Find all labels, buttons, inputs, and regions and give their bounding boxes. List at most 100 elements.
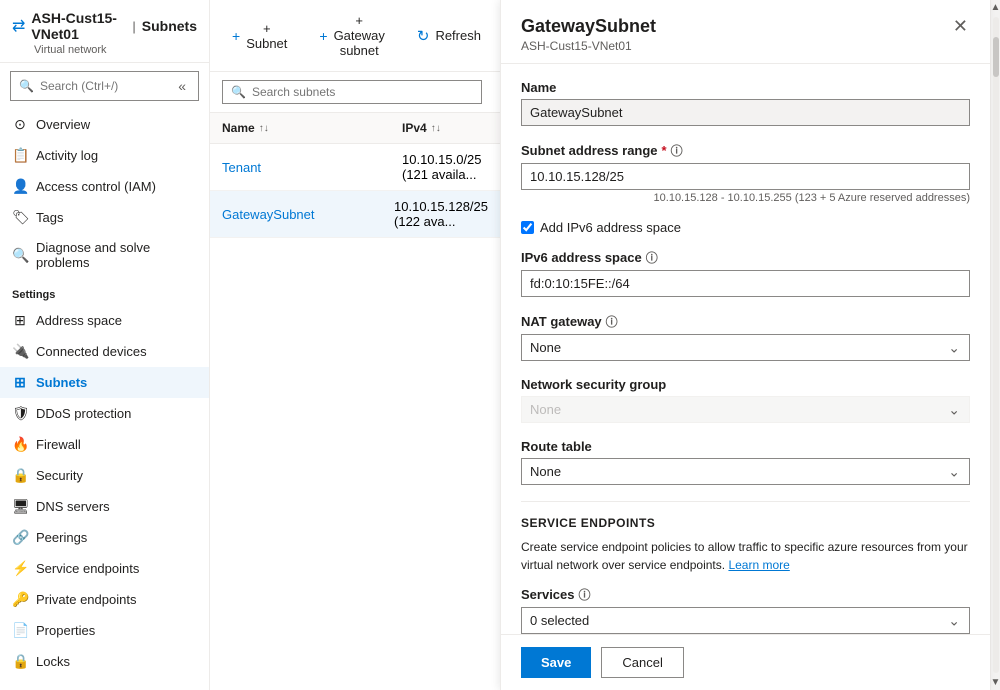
learn-more-link[interactable]: Learn more (728, 558, 789, 572)
firewall-icon: 🔥 (12, 436, 28, 453)
services-info-icon[interactable]: ⓘ (579, 586, 591, 603)
nav-item-diagnose[interactable]: 🔍 Diagnose and solve problems (0, 233, 209, 277)
nat-gateway-info-icon[interactable]: ⓘ (606, 313, 618, 330)
ipv6-checkbox[interactable] (521, 221, 534, 234)
nat-gateway-select[interactable]: None (521, 334, 970, 361)
table-row[interactable]: GatewaySubnet 10.10.15.128/25 (122 ava..… (210, 191, 500, 238)
service-endpoints-heading: SERVICE ENDPOINTS (521, 516, 970, 530)
sidebar-item-service-endpoints[interactable]: ⚡ Service endpoints (0, 553, 209, 584)
sidebar-search-icon: 🔍 (19, 79, 34, 93)
more-options-button[interactable]: ··· (493, 25, 500, 47)
nav-item-overview[interactable]: ⊙ Overview (0, 109, 209, 140)
private-endpoints-icon: 🔑 (12, 591, 28, 608)
sidebar-item-subnets[interactable]: ⊞ Subnets (0, 367, 209, 398)
ipv4-sort-icon[interactable]: ↑↓ (431, 123, 441, 134)
sidebar-item-security[interactable]: 🔒 Security (0, 460, 209, 491)
subnet-name-tenant[interactable]: Tenant (222, 160, 261, 175)
ipv6-space-info-icon[interactable]: ⓘ (646, 249, 658, 266)
sidebar-search-input[interactable] (40, 79, 168, 93)
access-control-icon: 👤 (12, 178, 28, 195)
address-space-icon: ⊞ (12, 312, 28, 329)
nsg-select[interactable]: None (521, 396, 970, 423)
add-subnet-label: + Subnet (246, 21, 287, 51)
window-scrollbar: ▲ ▼ (990, 0, 1000, 690)
services-select-wrapper: 0 selected (521, 607, 970, 634)
locks-icon: 🔒 (12, 653, 28, 670)
nsg-group: Network security group None (521, 377, 970, 423)
subnets-search-input[interactable] (252, 85, 473, 99)
scroll-down-arrow[interactable]: ▼ (991, 677, 1000, 688)
sidebar-item-dns[interactable]: 🖥 DNS servers (0, 491, 209, 522)
table-row[interactable]: Tenant 10.10.15.0/25 (121 availa... (210, 144, 500, 191)
route-table-select[interactable]: None (521, 458, 970, 485)
subnets-table: Name ↑↓ IPv4 ↑↓ Tenant 10.10.15.0/25 (12… (210, 113, 500, 690)
subnet-ipv4-gateway: 10.10.15.128/25 (122 ava... (394, 199, 488, 229)
ipv6-checkbox-label[interactable]: Add IPv6 address space (540, 220, 681, 235)
service-endpoints-divider (521, 501, 970, 502)
subnet-name-gateway[interactable]: GatewaySubnet (222, 207, 315, 222)
name-input[interactable] (521, 99, 970, 126)
scroll-thumb[interactable] (993, 37, 999, 77)
col-ipv4-label: IPv4 (402, 121, 427, 135)
nat-gateway-label: NAT gateway ⓘ (521, 313, 970, 330)
sidebar-item-firewall[interactable]: 🔥 Firewall (0, 429, 209, 460)
add-subnet-icon: + (232, 28, 240, 44)
overview-icon: ⊙ (12, 116, 28, 133)
nav-label-tags: Tags (36, 210, 63, 225)
subnet-ipv4-tenant: 10.10.15.0/25 (121 availa... (402, 152, 488, 182)
tags-icon: 🏷 (12, 209, 28, 226)
nav-item-access-control[interactable]: 👤 Access control (IAM) (0, 171, 209, 202)
service-endpoints-icon: ⚡ (12, 560, 28, 577)
nav-item-activity-log[interactable]: 📋 Activity log (0, 140, 209, 171)
ipv6-space-input[interactable] (521, 270, 970, 297)
col-name-label: Name (222, 121, 255, 135)
main-content: + + Subnet + + Gateway subnet ↻ Refresh … (210, 0, 500, 690)
add-subnet-button[interactable]: + + Subnet (222, 16, 297, 56)
sidebar: ⇄ ASH-Cust15-VNet01 | Subnets Virtual ne… (0, 0, 210, 690)
name-group: Name (521, 80, 970, 126)
service-endpoints-desc: Create service endpoint policies to allo… (521, 538, 970, 574)
diagnose-icon: 🔍 (12, 247, 28, 264)
sidebar-item-address-space[interactable]: ⊞ Address space (0, 305, 209, 336)
nav-label-dns: DNS servers (36, 499, 110, 514)
services-select[interactable]: 0 selected (521, 607, 970, 634)
name-sort-icon[interactable]: ↑↓ (259, 123, 269, 134)
nav-item-tags[interactable]: 🏷 Tags (0, 202, 209, 233)
nat-gateway-select-wrapper: None (521, 334, 970, 361)
settings-section-label: Settings (0, 277, 209, 305)
sidebar-item-connected-devices[interactable]: 🔌 Connected devices (0, 336, 209, 367)
subnet-range-hint: 10.10.15.128 - 10.10.15.255 (123 + 5 Azu… (521, 192, 970, 204)
sidebar-item-ddos[interactable]: 🛡 DDoS protection (0, 398, 209, 429)
collapse-button[interactable]: « (174, 76, 190, 96)
gateway-subnet-button[interactable]: + + Gateway subnet (309, 8, 394, 63)
sidebar-item-properties[interactable]: 📄 Properties (0, 615, 209, 646)
nav-label-connected-devices: Connected devices (36, 344, 147, 359)
ipv6-space-group: IPv6 address space ⓘ (521, 249, 970, 297)
sidebar-search-box[interactable]: 🔍 « (10, 71, 199, 101)
nav-label-ddos: DDoS protection (36, 406, 131, 421)
ipv6-checkbox-row: Add IPv6 address space (521, 220, 970, 235)
sidebar-item-locks[interactable]: 🔒 Locks (0, 646, 209, 677)
sidebar-item-peerings[interactable]: 🔗 Peerings (0, 522, 209, 553)
sidebar-item-private-endpoints[interactable]: 🔑 Private endpoints (0, 584, 209, 615)
close-panel-button[interactable]: ✕ (947, 14, 974, 39)
cancel-button[interactable]: Cancel (601, 647, 683, 678)
nav-label-properties: Properties (36, 623, 95, 638)
nav-label-security: Security (36, 468, 83, 483)
save-button[interactable]: Save (521, 647, 591, 678)
subnet-range-input[interactable] (521, 163, 970, 190)
nsg-select-wrapper: None (521, 396, 970, 423)
connected-devices-icon: 🔌 (12, 343, 28, 360)
subnet-range-info-icon[interactable]: ⓘ (671, 142, 683, 159)
monitoring-section-label: Monitoring (0, 677, 209, 690)
ddos-icon: 🛡 (12, 405, 28, 422)
refresh-button[interactable]: ↻ Refresh (407, 22, 491, 50)
route-table-label: Route table (521, 439, 970, 454)
nav-label-overview: Overview (36, 117, 90, 132)
panel-scrollable: Name Subnet address range * ⓘ 10.10.15.1… (501, 64, 990, 634)
panel-subtitle: ASH-Cust15-VNet01 (521, 39, 970, 53)
subnet-range-label: Subnet address range * ⓘ (521, 142, 970, 159)
scroll-up-arrow[interactable]: ▲ (991, 2, 1000, 13)
table-header: Name ↑↓ IPv4 ↑↓ (210, 113, 500, 144)
nav-label-diagnose: Diagnose and solve problems (36, 240, 197, 270)
